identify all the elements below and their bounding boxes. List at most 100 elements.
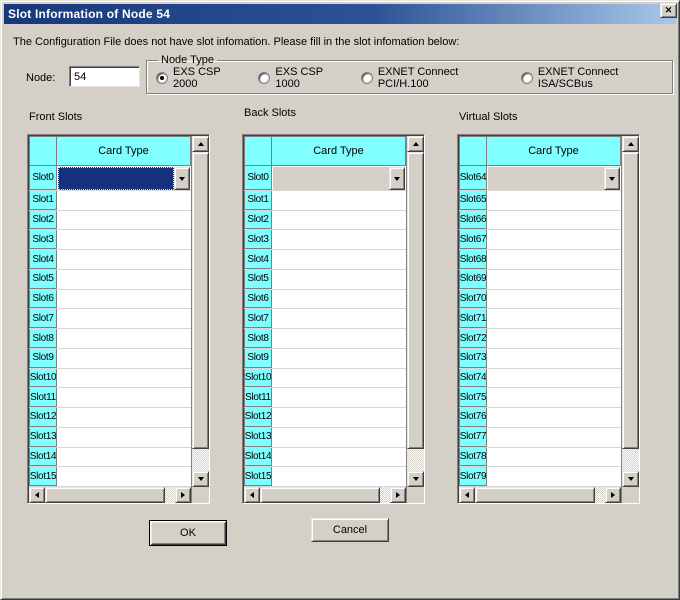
card-type-cell[interactable] — [272, 191, 406, 210]
slot-row: Slot4 — [244, 250, 406, 270]
vertical-scroll-track[interactable] — [407, 449, 424, 471]
ok-button[interactable]: OK — [149, 520, 227, 546]
card-type-cell[interactable] — [487, 467, 621, 486]
card-type-cell[interactable] — [57, 191, 191, 210]
cancel-button[interactable]: Cancel — [311, 518, 389, 542]
card-type-cell[interactable] — [57, 448, 191, 467]
card-type-cell[interactable] — [57, 428, 191, 447]
vertical-scrollbar[interactable] — [622, 136, 639, 503]
card-type-cell[interactable] — [57, 369, 191, 388]
scroll-up-button[interactable] — [407, 136, 424, 152]
card-type-cell[interactable] — [272, 270, 406, 289]
combobox-dropdown-button[interactable] — [389, 167, 405, 190]
card-type-cell[interactable] — [57, 250, 191, 269]
card-type-cell[interactable] — [57, 467, 191, 486]
card-type-cell[interactable] — [57, 309, 191, 328]
vertical-scrollbar[interactable] — [192, 136, 209, 503]
combobox-dropdown-button[interactable] — [604, 167, 620, 190]
scroll-right-button[interactable] — [605, 487, 621, 503]
card-type-cell[interactable] — [272, 290, 406, 309]
card-type-cell[interactable] — [57, 230, 191, 249]
card-type-cell[interactable] — [487, 166, 621, 190]
card-type-cell[interactable] — [57, 388, 191, 407]
horizontal-scroll-thumb[interactable] — [260, 487, 380, 503]
scroll-down-button[interactable] — [407, 471, 424, 487]
horizontal-scroll-track[interactable] — [260, 487, 390, 503]
horizontal-scroll-track[interactable] — [45, 487, 175, 503]
card-type-cell[interactable] — [57, 290, 191, 309]
combobox-dropdown-button[interactable] — [174, 167, 190, 190]
scroll-right-button[interactable] — [175, 487, 191, 503]
card-type-cell[interactable] — [272, 408, 406, 427]
card-type-cell[interactable] — [487, 349, 621, 368]
card-type-cell[interactable] — [272, 428, 406, 447]
scroll-left-button[interactable] — [29, 487, 45, 503]
card-type-combobox[interactable] — [488, 167, 620, 190]
card-type-cell[interactable] — [57, 166, 191, 190]
card-type-cell[interactable] — [487, 388, 621, 407]
card-type-cell[interactable] — [487, 230, 621, 249]
card-type-combobox[interactable] — [58, 167, 190, 190]
combobox-value[interactable] — [58, 167, 174, 190]
card-type-cell[interactable] — [487, 211, 621, 230]
card-type-cell[interactable] — [487, 448, 621, 467]
vertical-scroll-thumb[interactable] — [407, 152, 424, 449]
horizontal-scroll-thumb[interactable] — [475, 487, 595, 503]
card-type-cell[interactable] — [272, 349, 406, 368]
vertical-scrollbar[interactable] — [407, 136, 424, 503]
card-type-cell[interactable] — [487, 408, 621, 427]
card-type-cell[interactable] — [272, 369, 406, 388]
combobox-value[interactable] — [488, 167, 604, 190]
card-type-cell[interactable] — [272, 467, 406, 486]
virtual-slots-label: Virtual Slots — [459, 111, 518, 123]
card-type-cell[interactable] — [272, 388, 406, 407]
card-type-cell[interactable] — [487, 369, 621, 388]
scroll-up-button[interactable] — [622, 136, 639, 152]
radio-exs-csp-1000[interactable]: EXS CSP 1000 — [258, 66, 347, 90]
scroll-right-button[interactable] — [390, 487, 406, 503]
card-type-cell[interactable] — [487, 270, 621, 289]
slot-label: Slot14 — [244, 448, 272, 467]
radio-exs-csp-2000[interactable]: EXS CSP 2000 — [156, 66, 245, 90]
card-type-cell[interactable] — [487, 250, 621, 269]
combobox-value[interactable] — [273, 167, 389, 190]
card-type-cell[interactable] — [272, 230, 406, 249]
card-type-cell[interactable] — [272, 329, 406, 348]
card-type-cell[interactable] — [57, 329, 191, 348]
radio-exnet-connect-isa[interactable]: EXNET Connect ISA/SCBus — [521, 66, 672, 90]
horizontal-scrollbar[interactable] — [459, 487, 621, 503]
horizontal-scrollbar[interactable] — [29, 487, 191, 503]
card-type-cell[interactable] — [272, 250, 406, 269]
card-type-cell[interactable] — [487, 309, 621, 328]
card-type-cell[interactable] — [57, 211, 191, 230]
card-type-cell[interactable] — [272, 211, 406, 230]
close-button[interactable]: ✕ — [660, 3, 677, 18]
vertical-scroll-thumb[interactable] — [192, 152, 209, 449]
card-type-cell[interactable] — [487, 191, 621, 210]
card-type-cell[interactable] — [272, 448, 406, 467]
card-type-cell[interactable] — [487, 428, 621, 447]
vertical-scroll-track[interactable] — [192, 449, 209, 471]
horizontal-scroll-track[interactable] — [475, 487, 605, 503]
scroll-up-button[interactable] — [192, 136, 209, 152]
card-type-cell[interactable] — [272, 309, 406, 328]
node-input[interactable] — [69, 66, 140, 87]
scroll-down-button[interactable] — [622, 471, 639, 487]
scroll-left-button[interactable] — [244, 487, 260, 503]
card-type-cell[interactable] — [272, 166, 406, 190]
card-type-combobox[interactable] — [273, 167, 405, 190]
card-type-cell[interactable] — [57, 349, 191, 368]
vertical-scroll-track[interactable] — [622, 449, 639, 471]
horizontal-scroll-thumb[interactable] — [45, 487, 165, 503]
vertical-scroll-thumb[interactable] — [622, 152, 639, 449]
scroll-down-button[interactable] — [192, 471, 209, 487]
up-arrow-icon — [413, 142, 419, 146]
horizontal-scrollbar[interactable] — [244, 487, 406, 503]
radio-exnet-connect-pci[interactable]: EXNET Connect PCI/H.100 — [361, 66, 508, 90]
card-type-cell[interactable] — [487, 329, 621, 348]
card-type-cell[interactable] — [57, 408, 191, 427]
card-type-cell[interactable] — [57, 270, 191, 289]
card-type-cell[interactable] — [487, 290, 621, 309]
slot-row: Slot67 — [459, 230, 621, 250]
scroll-left-button[interactable] — [459, 487, 475, 503]
